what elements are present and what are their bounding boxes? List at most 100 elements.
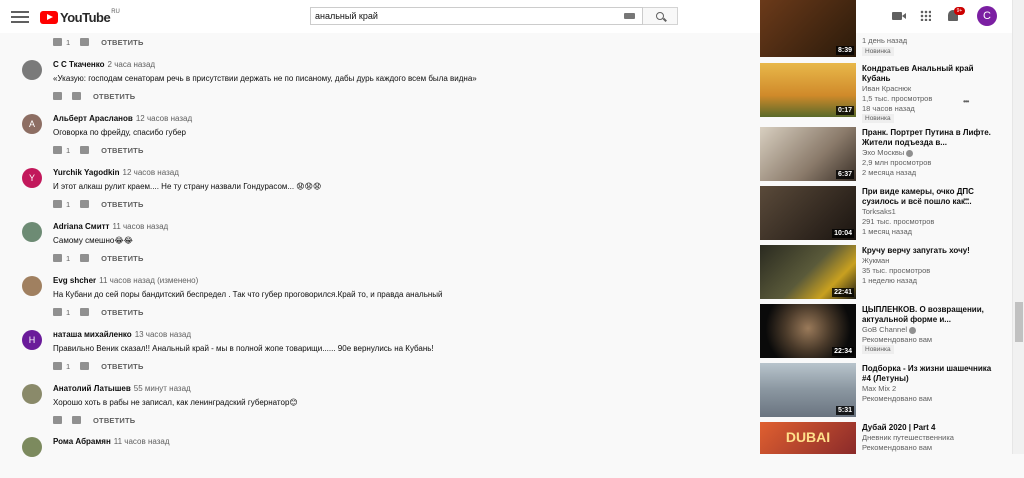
comment-time[interactable]: 11 часов назад (изменено) [99,276,198,285]
video-thumbnail[interactable]: 22:41 [760,245,856,299]
comment-header: Evg shcher 11 часов назад (изменено) [53,276,198,285]
page-scrollbar[interactable] [1012,0,1024,454]
comment-author[interactable]: наташа михайленко [53,330,132,339]
avatar[interactable] [22,276,42,296]
comment-header: Альберт Арасланов 12 часов назад [53,114,192,123]
scrollbar-thumb[interactable] [1015,302,1023,342]
video-thumbnail[interactable]: 5:31 [760,363,856,417]
comment-author[interactable]: Evg shcher [53,276,96,285]
avatar[interactable] [22,222,42,242]
video-title[interactable]: Кручу верчу запугать хочу! [862,246,1002,256]
dislike-icon[interactable] [80,146,90,154]
dislike-icon[interactable] [72,92,81,100]
dislike-icon[interactable] [80,254,90,262]
reply-button[interactable]: ОТВЕТИТЬ [101,38,143,47]
video-title[interactable]: Кондратьев Анальный край Кубань [862,64,1002,84]
video-duration: 0:17 [835,106,854,115]
comment-author[interactable]: Альберт Арасланов [53,114,133,123]
reply-button[interactable]: ОТВЕТИТЬ [101,308,143,317]
dislike-icon[interactable] [72,416,81,424]
comment-author[interactable]: Yurchik Yagodkin [53,168,120,177]
search-input[interactable]: анальный край [310,7,643,25]
avatar[interactable]: H [22,330,42,350]
like-count: 1 [66,307,71,317]
like-icon[interactable] [53,362,62,370]
avatar[interactable]: A [22,114,42,134]
channel-name[interactable]: Эхо Москвы [862,148,904,157]
like-icon[interactable] [53,254,62,262]
video-title[interactable]: Подборка - Из жизни шашечника #4 (Летуны… [862,364,1002,384]
channel-name[interactable]: Иван Краснюк [862,84,911,94]
reply-button[interactable]: ОТВЕТИТЬ [101,362,143,371]
channel-name[interactable]: Дневник путешественника [862,433,954,443]
video-thumbnail[interactable]: DUBAI [760,422,856,454]
avatar[interactable]: Y [22,168,42,188]
video-card[interactable]: 10:04 При виде камеры, очко ДПС сузилось… [760,186,1010,242]
recommended-label: Рекомендовано вам [862,335,933,344]
dislike-icon[interactable] [80,362,90,370]
search-button[interactable] [643,7,678,25]
avatar[interactable] [22,60,42,80]
comment-text: «Указую: господам сенаторам речь в прису… [53,74,477,83]
new-badge: Новинка [862,114,894,123]
like-icon[interactable] [53,146,62,154]
comment-author[interactable]: С С Ткаченко [53,60,105,69]
video-title[interactable]: ЦЫПЛЕНКОВ. О возвращении, актуальной фор… [862,305,1002,325]
like-icon[interactable] [53,200,62,208]
video-card[interactable]: 22:41 Кручу верчу запугать хочу! Жукман … [760,245,1010,301]
recommended-label: Рекомендовано вам [862,443,933,452]
more-options-icon[interactable]: ••• [963,97,969,106]
video-duration: 5:31 [835,406,854,415]
video-title[interactable]: Дубай 2020 | Part 4 [862,423,1002,433]
reply-button[interactable]: ОТВЕТИТЬ [101,146,143,155]
comment-time[interactable]: 13 часов назад [135,330,191,339]
comment-time[interactable]: 11 часов назад [112,222,168,231]
keyboard-icon[interactable] [624,13,635,19]
reply-button[interactable]: ОТВЕТИТЬ [93,416,135,425]
video-thumbnail[interactable]: 22:34 [760,304,856,358]
video-card[interactable]: DUBAI Дубай 2020 | Part 4 Дневник путеше… [760,422,1010,478]
video-title[interactable]: При виде камеры, очко ДПС сузилось и всё… [862,187,1002,207]
video-card[interactable]: 22:34 ЦЫПЛЕНКОВ. О возвращении, актуальн… [760,304,1010,360]
channel-name[interactable]: Torksaks1 [862,207,896,217]
reply-button[interactable]: ОТВЕТИТЬ [101,200,143,209]
dislike-icon[interactable] [80,200,90,208]
channel-name[interactable]: Max Mix 2 [862,384,896,394]
like-count: 1 [66,37,71,47]
like-icon[interactable] [53,38,62,46]
comment-header: Рома Абрамян 11 часов назад [53,437,170,446]
like-icon[interactable] [53,92,62,100]
comment-time[interactable]: 2 часа назад [108,60,156,69]
dislike-icon[interactable] [80,38,90,46]
channel-name[interactable]: GoB Channel [862,325,907,334]
comment-author[interactable]: Рома Абрамян [53,437,111,446]
comment-time[interactable]: 11 часов назад [114,437,170,446]
channel-name[interactable]: Жукман [862,256,889,266]
hamburger-menu-icon[interactable] [11,8,29,24]
comment-header: Adriana Смитт 11 часов назад [53,222,168,231]
like-icon[interactable] [53,308,62,316]
video-title[interactable]: Пранк. Портрет Путина в Лифте. Жители по… [862,128,1002,148]
comment-author[interactable]: Анатолий Латышев [53,384,131,393]
like-icon[interactable] [53,416,62,424]
reply-button[interactable]: ОТВЕТИТЬ [101,254,143,263]
video-thumbnail[interactable]: 0:17 [760,63,856,117]
video-card[interactable]: 8:39 1 день назад Новинка [760,0,1010,57]
avatar[interactable] [22,437,42,457]
avatar[interactable] [22,384,42,404]
dislike-icon[interactable] [80,308,90,316]
comment-author[interactable]: Adriana Смитт [53,222,109,231]
comment-time[interactable]: 12 часов назад [123,168,179,177]
video-age: 1 неделю назад [862,276,918,285]
video-card[interactable]: 6:37 Пранк. Портрет Путина в Лифте. Жите… [760,127,1010,183]
comment-time[interactable]: 55 минут назад [134,384,191,393]
reply-button[interactable]: ОТВЕТИТЬ [93,92,135,101]
video-card[interactable]: 0:17 Кондратьев Анальный край Кубань Ива… [760,63,1010,123]
video-thumbnail[interactable]: 10:04 [760,186,856,240]
video-thumbnail[interactable]: 8:39 [760,0,856,57]
youtube-logo[interactable]: YouTube RU [40,9,120,25]
more-options-icon[interactable]: ••• [963,195,969,204]
video-card[interactable]: 5:31 Подборка - Из жизни шашечника #4 (Л… [760,363,1010,419]
video-thumbnail[interactable]: 6:37 [760,127,856,181]
comment-time[interactable]: 12 часов назад [136,114,192,123]
